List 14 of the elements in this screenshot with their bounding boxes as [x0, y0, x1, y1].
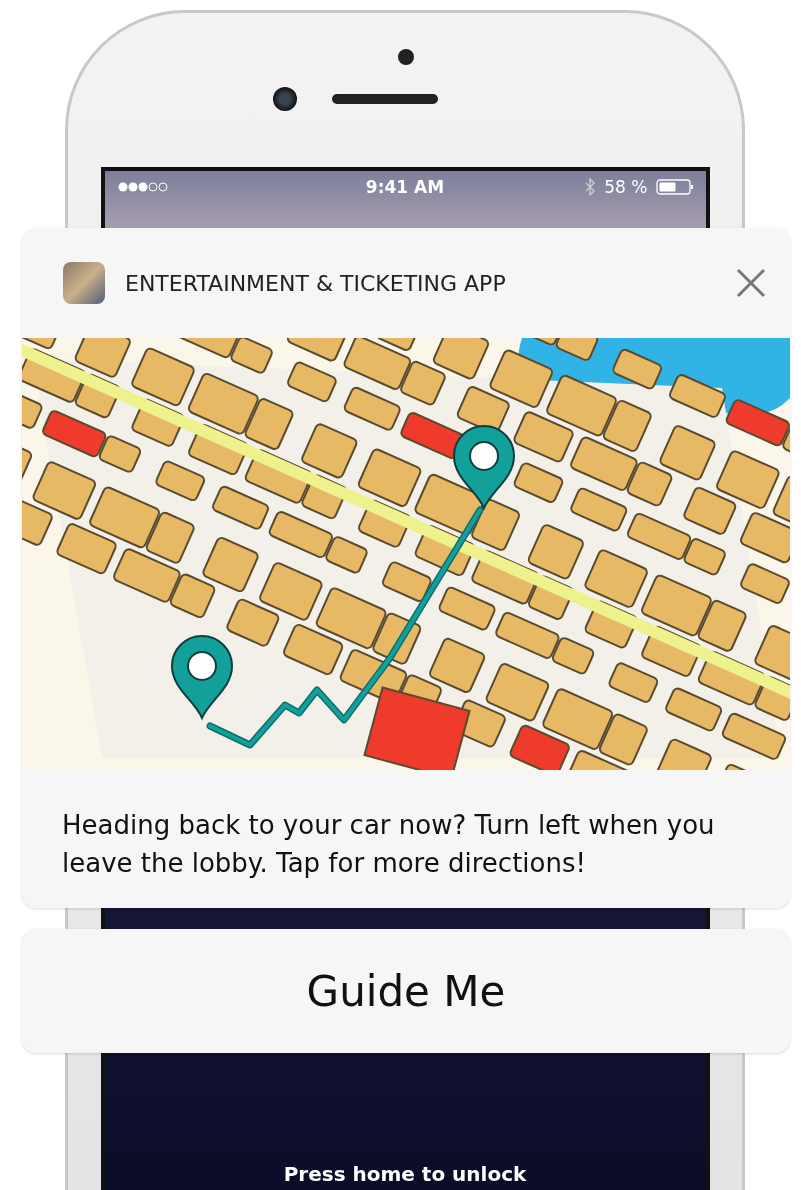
status-time: 9:41 AM [365, 177, 445, 197]
guide-me-button[interactable]: Guide Me [22, 929, 790, 1053]
camera-icon [272, 87, 297, 111]
unlock-hint: Press home to unlock [282, 1162, 528, 1186]
bluetooth-icon [584, 178, 597, 196]
app-icon [63, 262, 105, 304]
signal-icon [116, 181, 171, 193]
sensor-dot [398, 49, 414, 65]
close-icon[interactable] [736, 268, 766, 298]
battery-icon [655, 178, 694, 196]
notification-card[interactable]: ENTERTAINMENT & TICKETING APP Heading back to your car now? Turn left when you leave the lobby. Tap for more directions! [22, 228, 790, 908]
app-name: ENTERTAINMENT & TICKETING APP [125, 270, 507, 296]
battery-percent: 58 % [604, 177, 648, 197]
notification-message: Heading back to your car now? Turn left when you leave the lobby. Tap for more directions! [61, 809, 716, 880]
